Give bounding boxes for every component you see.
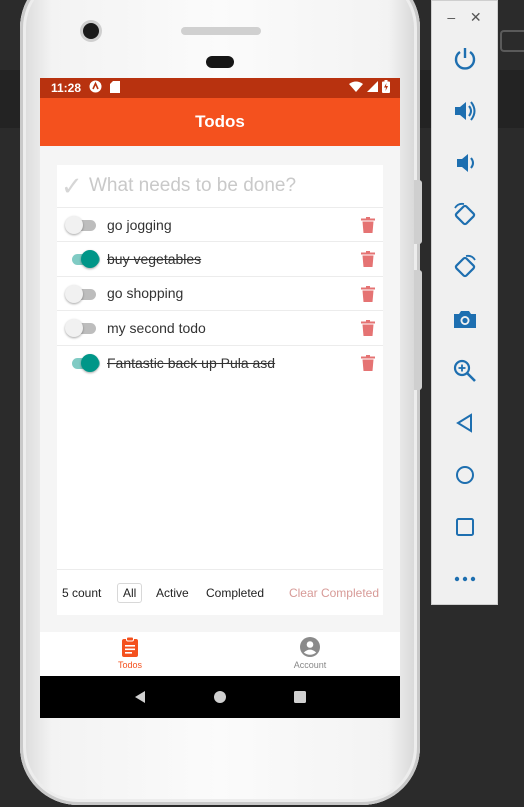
device-screen: 11:28 Todos ✓ What needs to be done? go … — [40, 78, 400, 718]
more-icon — [454, 576, 475, 582]
trash-icon[interactable] — [361, 354, 375, 371]
android-home-icon[interactable] — [213, 690, 227, 704]
app-notification-icon — [89, 80, 102, 96]
emulator-toolbar-header: – ✕ — [432, 1, 497, 33]
todo-count: 5 count — [62, 585, 102, 600]
back-button[interactable] — [432, 397, 497, 449]
zoom-button[interactable] — [432, 345, 497, 397]
app-bar: Todos — [40, 98, 400, 146]
todo-item-text[interactable]: my second todo — [107, 320, 206, 336]
proximity-sensor — [206, 56, 234, 68]
volume-down-button[interactable] — [432, 137, 497, 189]
trash-icon[interactable] — [361, 320, 375, 337]
battery-icon — [382, 80, 390, 96]
android-navigation-bar — [40, 676, 400, 718]
todo-item: Fantastic back up Pula asd — [57, 346, 383, 380]
nav-tab-account[interactable]: Account — [220, 632, 400, 676]
signal-icon — [367, 81, 378, 95]
android-overview-icon[interactable] — [293, 690, 307, 704]
rotate-right-icon — [454, 254, 476, 278]
new-todo-row: ✓ — [57, 165, 383, 208]
trash-icon[interactable] — [361, 217, 375, 233]
power-side-button — [414, 180, 422, 244]
todo-item-text[interactable]: go shopping — [107, 285, 183, 301]
more-button[interactable] — [432, 553, 497, 605]
todo-complete-switch[interactable] — [65, 353, 100, 372]
volume-up-icon — [454, 101, 475, 121]
emulator-window-fragment — [500, 30, 524, 52]
filter-all-button[interactable]: All — [117, 582, 143, 603]
nav-tab-account-label: Account — [293, 660, 327, 670]
back-icon — [455, 413, 472, 433]
power-icon — [454, 48, 475, 70]
status-bar: 11:28 — [40, 78, 400, 98]
todo-item: go jogging — [57, 208, 383, 243]
todo-complete-switch[interactable] — [65, 216, 99, 234]
home-button[interactable] — [432, 449, 497, 501]
home-icon — [455, 466, 474, 484]
minimize-icon[interactable]: – — [447, 9, 455, 25]
trash-icon[interactable] — [361, 251, 375, 268]
screenshot-button[interactable] — [432, 293, 497, 345]
front-camera — [83, 23, 99, 39]
filter-completed-button[interactable]: Completed — [200, 583, 270, 603]
todo-item-text[interactable]: go jogging — [107, 217, 172, 233]
rotate-left-icon — [453, 202, 475, 226]
filter-active-button[interactable]: Active — [150, 583, 195, 603]
clipboard-icon — [122, 636, 138, 657]
earpiece-speaker — [181, 27, 261, 35]
todo-item: go shopping — [57, 277, 383, 312]
close-icon[interactable]: ✕ — [470, 9, 482, 26]
wifi-icon — [349, 81, 363, 95]
toggle-all-check-icon[interactable]: ✓ — [61, 171, 89, 202]
todo-item: my second todo — [57, 311, 383, 346]
todo-complete-switch[interactable] — [65, 250, 100, 269]
camera-icon — [453, 311, 476, 328]
nav-tab-todos-label: Todos — [117, 660, 143, 670]
todo-item-text[interactable]: Fantastic back up Pula asd — [107, 355, 275, 371]
todo-complete-switch[interactable] — [65, 284, 99, 303]
volume-side-button — [414, 270, 422, 390]
rotate-right-button[interactable] — [432, 241, 497, 293]
overview-button[interactable] — [432, 501, 497, 553]
overview-icon — [455, 518, 474, 536]
todo-item: buy vegetables — [57, 242, 383, 277]
status-time: 11:28 — [51, 81, 82, 95]
power-button[interactable] — [432, 33, 497, 85]
app-bar-title: Todos — [195, 112, 245, 131]
clear-completed-button[interactable]: Clear Completed — [289, 586, 379, 600]
sd-card-icon — [110, 80, 121, 96]
rotate-left-button[interactable] — [432, 189, 497, 241]
volume-up-button[interactable] — [432, 85, 497, 137]
nav-tab-todos[interactable]: Todos — [40, 632, 220, 676]
account-circle-icon — [300, 637, 320, 657]
zoom-icon — [453, 359, 476, 382]
trash-icon[interactable] — [361, 285, 375, 302]
new-todo-input[interactable] — [89, 175, 349, 197]
todo-card: ✓ go jogging buy vegetables go shopping — [57, 165, 383, 615]
bottom-navigation: Todos Account — [40, 632, 400, 676]
todo-item-text[interactable]: buy vegetables — [107, 251, 201, 267]
emulator-toolbar: – ✕ — [431, 0, 498, 605]
volume-down-icon — [456, 154, 474, 172]
android-back-icon[interactable] — [133, 690, 147, 704]
filter-bar: 5 count All Active Completed Clear Compl… — [57, 569, 383, 615]
todo-complete-switch[interactable] — [65, 319, 99, 338]
todo-list: go jogging buy vegetables go shopping my… — [57, 208, 383, 380]
